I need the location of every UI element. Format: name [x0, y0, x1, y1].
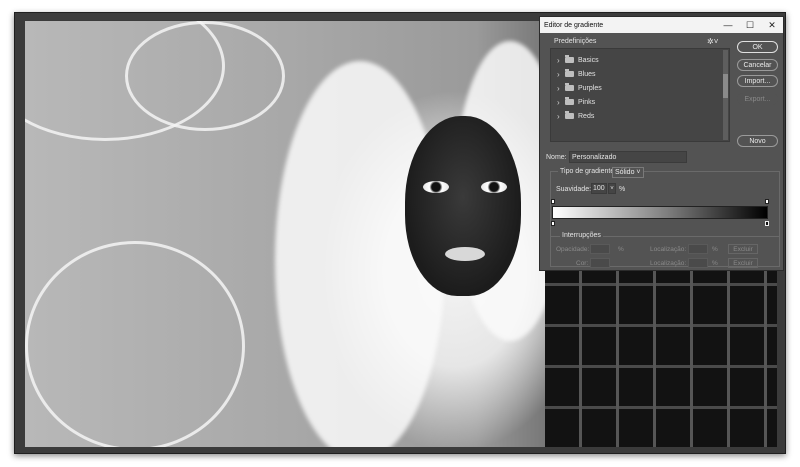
gear-icon[interactable]: ✲˅ — [707, 37, 718, 46]
color-swatch-field — [590, 258, 610, 268]
gradient-type-select[interactable]: Sólido ˅ — [612, 167, 644, 178]
import-button[interactable]: Import... — [737, 75, 778, 87]
smoothness-label: Suavidade: — [556, 186, 592, 193]
preset-folder-label: Reds — [578, 112, 595, 120]
chevron-down-icon: ˅ — [634, 169, 641, 176]
gradient-type-label: Tipo de gradiente: — [558, 168, 619, 175]
chevron-right-icon[interactable]: › — [557, 98, 565, 107]
ok-button[interactable]: OK — [737, 41, 778, 53]
preset-folder-blues[interactable]: › Blues — [557, 68, 596, 80]
preset-folder-label: Purples — [578, 84, 602, 92]
lips — [445, 247, 485, 261]
dialog-title: Editor de gradiente — [544, 21, 604, 29]
folder-icon — [565, 83, 574, 91]
opacity-stop-right[interactable] — [765, 199, 769, 204]
chevron-right-icon[interactable]: › — [557, 56, 565, 65]
preset-folder-purples[interactable]: › Purples — [557, 82, 602, 94]
opacity-location-unit: % — [712, 246, 718, 253]
maximize-icon[interactable]: ☐ — [739, 17, 761, 33]
presets-label: Predefinições — [554, 38, 597, 45]
opacity-label: Opacidade: — [556, 246, 590, 253]
dialog-titlebar[interactable]: Editor de gradiente — ☐ ✕ — [540, 17, 783, 33]
opacity-location-field — [688, 244, 708, 254]
opacity-location-label: Localização: — [650, 246, 687, 253]
folder-icon — [565, 111, 574, 119]
vine-decoration — [125, 21, 285, 131]
chevron-right-icon[interactable]: › — [557, 84, 565, 93]
color-location-label: Localização: — [650, 260, 687, 267]
delete-color-stop-button: Excluir — [728, 258, 758, 268]
face — [405, 116, 521, 296]
chevron-right-icon[interactable]: › — [557, 70, 565, 79]
color-stop-right[interactable] — [765, 221, 769, 226]
preset-folder-pinks[interactable]: › Pinks — [557, 96, 595, 108]
gradient-preview-bar[interactable] — [552, 206, 768, 219]
color-location-field — [688, 258, 708, 268]
chevron-right-icon[interactable]: › — [557, 112, 565, 121]
folder-icon — [565, 55, 574, 63]
preset-folder-reds[interactable]: › Reds — [557, 110, 594, 122]
dark-window-grid — [545, 271, 777, 447]
color-stop-left[interactable] — [551, 221, 555, 226]
close-icon[interactable]: ✕ — [761, 17, 783, 33]
presets-list[interactable]: › Basics › Blues › Purples › Pinks › Red… — [550, 48, 730, 142]
color-location-unit: % — [712, 260, 718, 267]
eye-right — [481, 181, 507, 193]
preset-folder-label: Basics — [578, 56, 599, 64]
opacity-unit: % — [618, 246, 624, 253]
gradient-editor-dialog: Editor de gradiente — ☐ ✕ Predefinições … — [539, 16, 784, 271]
preset-folder-basics[interactable]: › Basics — [557, 54, 599, 66]
name-field[interactable]: Personalizado — [569, 151, 687, 163]
export-button: Export... — [737, 93, 778, 105]
opacity-field — [590, 244, 610, 254]
minimize-icon[interactable]: — — [717, 17, 739, 33]
smoothness-input[interactable]: 100 — [591, 183, 607, 194]
cancel-button[interactable]: Cancelar — [737, 59, 778, 71]
eye-left — [423, 181, 449, 193]
opacity-stop-left[interactable] — [551, 199, 555, 204]
preset-folder-label: Blues — [578, 70, 596, 78]
name-label: Nome: — [546, 154, 567, 161]
delete-opacity-stop-button: Excluir — [728, 244, 758, 254]
presets-scrollbar[interactable] — [723, 50, 728, 140]
new-button[interactable]: Novo — [737, 135, 778, 147]
smoothness-dropdown-icon[interactable]: ˅ — [608, 183, 616, 194]
gradient-type-value: Sólido — [615, 169, 635, 176]
stops-label: Interrupções — [560, 232, 603, 239]
vine-decoration — [25, 241, 245, 447]
smoothness-unit: % — [619, 186, 626, 193]
folder-icon — [565, 69, 574, 77]
scrollbar-thumb[interactable] — [723, 74, 728, 98]
folder-icon — [565, 97, 574, 105]
color-label: Cor: — [576, 260, 589, 267]
preset-folder-label: Pinks — [578, 98, 596, 106]
